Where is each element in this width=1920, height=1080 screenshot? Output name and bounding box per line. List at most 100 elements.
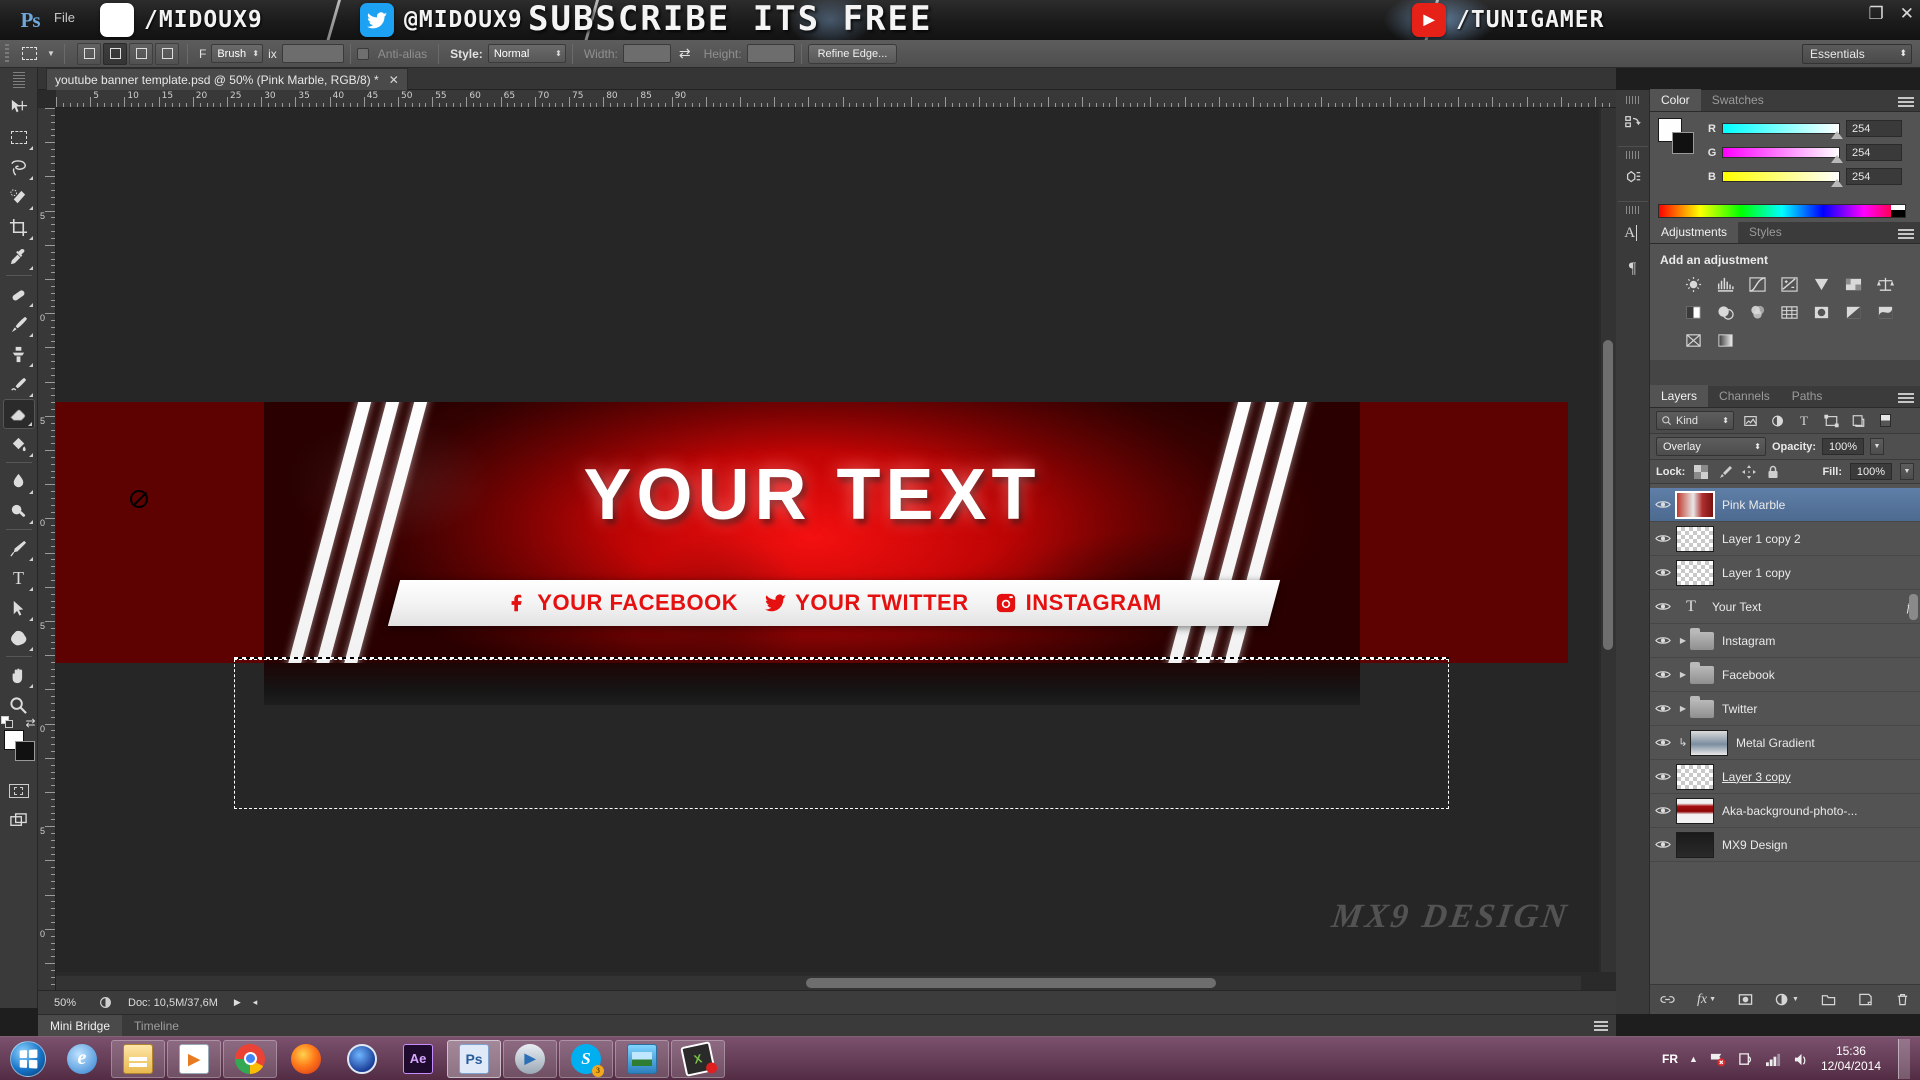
- dock-grip[interactable]: [1625, 96, 1640, 104]
- pen-tool[interactable]: [3, 533, 35, 563]
- opacity-dropdown-icon[interactable]: ▼: [1870, 438, 1885, 455]
- tools-panel-grip[interactable]: [12, 72, 25, 88]
- layer-row[interactable]: Layer 1 copy: [1650, 556, 1920, 590]
- layers-panel-menu-icon[interactable]: [1898, 391, 1914, 403]
- default-colors-icon[interactable]: [0, 716, 15, 728]
- channel-value-r[interactable]: 254: [1846, 120, 1902, 137]
- tab-color[interactable]: Color: [1650, 89, 1701, 111]
- fill-dropdown-icon[interactable]: ▼: [1900, 463, 1914, 480]
- scrollbar-thumb[interactable]: [806, 978, 1216, 988]
- pixel-filter-icon[interactable]: [1739, 411, 1761, 430]
- layer-row[interactable]: Layer 1 copy 2: [1650, 522, 1920, 556]
- posterize-icon[interactable]: [1842, 302, 1864, 322]
- layer-thumbnail[interactable]: [1690, 729, 1728, 756]
- tab-timeline[interactable]: Timeline: [122, 1015, 191, 1037]
- anti-alias-checkbox[interactable]: [356, 47, 369, 60]
- slider-track-r[interactable]: [1722, 123, 1843, 139]
- zoom-level[interactable]: 50%: [38, 997, 92, 1009]
- type-tool[interactable]: T: [3, 563, 35, 593]
- group-twirl-icon[interactable]: ▶: [1676, 636, 1690, 645]
- rectangular-marquee-tool-icon[interactable]: [14, 43, 44, 65]
- layer-name[interactable]: Instagram: [1722, 634, 1920, 648]
- close-window-button[interactable]: ✕: [1900, 4, 1914, 24]
- horizontal-ruler[interactable]: 5 10 15 20 25 30 35 40 45 50 55 60 65 70 75 80 85 90: [56, 90, 1616, 108]
- tab-adjustments[interactable]: Adjustments: [1650, 221, 1739, 243]
- dock-grip[interactable]: [1625, 206, 1640, 214]
- rectangular-marquee-tool[interactable]: [3, 122, 35, 152]
- slider-thumb[interactable]: [1831, 131, 1843, 139]
- layer-row[interactable]: Layer 3 copy: [1650, 760, 1920, 794]
- taskbar-clock[interactable]: 15:36 12/04/2014: [1821, 1044, 1881, 1074]
- layer-style-icon[interactable]: fx ▼: [1697, 992, 1716, 1008]
- layer-name[interactable]: Metal Gradient: [1736, 736, 1920, 750]
- layer-name[interactable]: Facebook: [1722, 668, 1920, 682]
- brightness-contrast-icon[interactable]: [1682, 274, 1704, 294]
- refine-edge-button[interactable]: Refine Edge...: [807, 43, 898, 64]
- tray-language[interactable]: FR: [1662, 1052, 1678, 1066]
- crop-tool[interactable]: [3, 212, 35, 242]
- lock-all-icon[interactable]: [1765, 464, 1781, 480]
- menu-file[interactable]: File: [54, 10, 75, 25]
- history-brush-tool[interactable]: [3, 369, 35, 399]
- dock-grip[interactable]: [1625, 151, 1640, 159]
- layer-visibility-toggle[interactable]: [1650, 737, 1676, 748]
- opacity-value[interactable]: 100%: [1822, 438, 1865, 455]
- taskbar-photoshop[interactable]: Ps: [447, 1039, 501, 1078]
- add-to-selection-button[interactable]: [103, 42, 127, 65]
- layer-thumbnail[interactable]: [1676, 763, 1714, 790]
- history-icon[interactable]: [1619, 106, 1647, 140]
- levels-icon[interactable]: [1714, 274, 1736, 294]
- layer-thumbnail[interactable]: [1676, 831, 1714, 858]
- restore-window-button[interactable]: ❐: [1869, 4, 1884, 24]
- options-bar-grip[interactable]: [0, 39, 14, 68]
- layer-visibility-toggle[interactable]: [1650, 669, 1676, 680]
- layer-name[interactable]: Twitter: [1722, 702, 1920, 716]
- layer-row[interactable]: Pink Marble: [1650, 488, 1920, 522]
- slider-track-b[interactable]: [1722, 171, 1843, 187]
- delete-layer-icon[interactable]: [1895, 992, 1910, 1007]
- taskbar-windows-media-player[interactable]: ▶: [167, 1039, 221, 1078]
- layer-thumbnail[interactable]: [1675, 490, 1715, 519]
- document-tab[interactable]: youtube banner template.psd @ 50% (Pink …: [46, 68, 408, 90]
- canvas-vertical-scrollbar[interactable]: [1601, 108, 1616, 972]
- layer-row[interactable]: MX9 Design: [1650, 828, 1920, 862]
- channel-value-b[interactable]: 254: [1846, 168, 1902, 185]
- lock-transparent-icon[interactable]: [1693, 464, 1709, 480]
- lock-image-icon[interactable]: [1717, 464, 1733, 480]
- subtract-from-selection-button[interactable]: [129, 42, 153, 65]
- intersect-selection-button[interactable]: [155, 42, 179, 65]
- taskbar-google-chrome[interactable]: [223, 1039, 277, 1078]
- layer-visibility-toggle[interactable]: [1650, 499, 1676, 510]
- slider-thumb[interactable]: [1831, 179, 1843, 187]
- quick-selection-tool[interactable]: [3, 182, 35, 212]
- path-selection-tool[interactable]: [3, 593, 35, 623]
- healing-brush-tool[interactable]: [3, 279, 35, 309]
- color-spectrum-bar[interactable]: [1658, 204, 1906, 218]
- status-preview-icon[interactable]: [92, 996, 118, 1009]
- new-selection-button[interactable]: [77, 42, 101, 65]
- layer-row[interactable]: Aka-background-photo-...: [1650, 794, 1920, 828]
- threshold-icon[interactable]: [1874, 302, 1896, 322]
- dodge-tool[interactable]: [3, 496, 35, 526]
- taskbar-mozilla-firefox[interactable]: [279, 1040, 333, 1078]
- taskbar-after-effects[interactable]: Ae: [391, 1040, 445, 1078]
- layer-name[interactable]: Aka-background-photo-...: [1722, 804, 1920, 818]
- show-desktop-button[interactable]: [1898, 1039, 1910, 1079]
- color-lookup-icon[interactable]: [1778, 302, 1800, 322]
- fill-value[interactable]: 100%: [1850, 463, 1892, 480]
- close-document-icon[interactable]: ✕: [389, 73, 399, 87]
- move-tool[interactable]: [3, 92, 35, 122]
- action-center-icon[interactable]: [1737, 1052, 1754, 1067]
- background-color-swatch[interactable]: [1672, 132, 1694, 154]
- tab-channels[interactable]: Channels: [1708, 385, 1781, 407]
- layer-row[interactable]: TYour Textfx: [1650, 590, 1920, 624]
- document-canvas[interactable]: YOUR TEXT YOUR FACEBOOK YOUR TWITTER INS…: [56, 108, 1599, 972]
- taskbar-opera[interactable]: [335, 1040, 389, 1078]
- hand-tool[interactable]: [3, 660, 35, 690]
- shape-filter-icon[interactable]: [1820, 411, 1842, 430]
- tab-paths[interactable]: Paths: [1781, 385, 1834, 407]
- 3d-icon[interactable]: [1619, 161, 1647, 195]
- tab-layers[interactable]: Layers: [1650, 385, 1709, 407]
- layer-visibility-toggle[interactable]: [1650, 703, 1676, 714]
- status-expand-icon[interactable]: ▶: [228, 997, 247, 1008]
